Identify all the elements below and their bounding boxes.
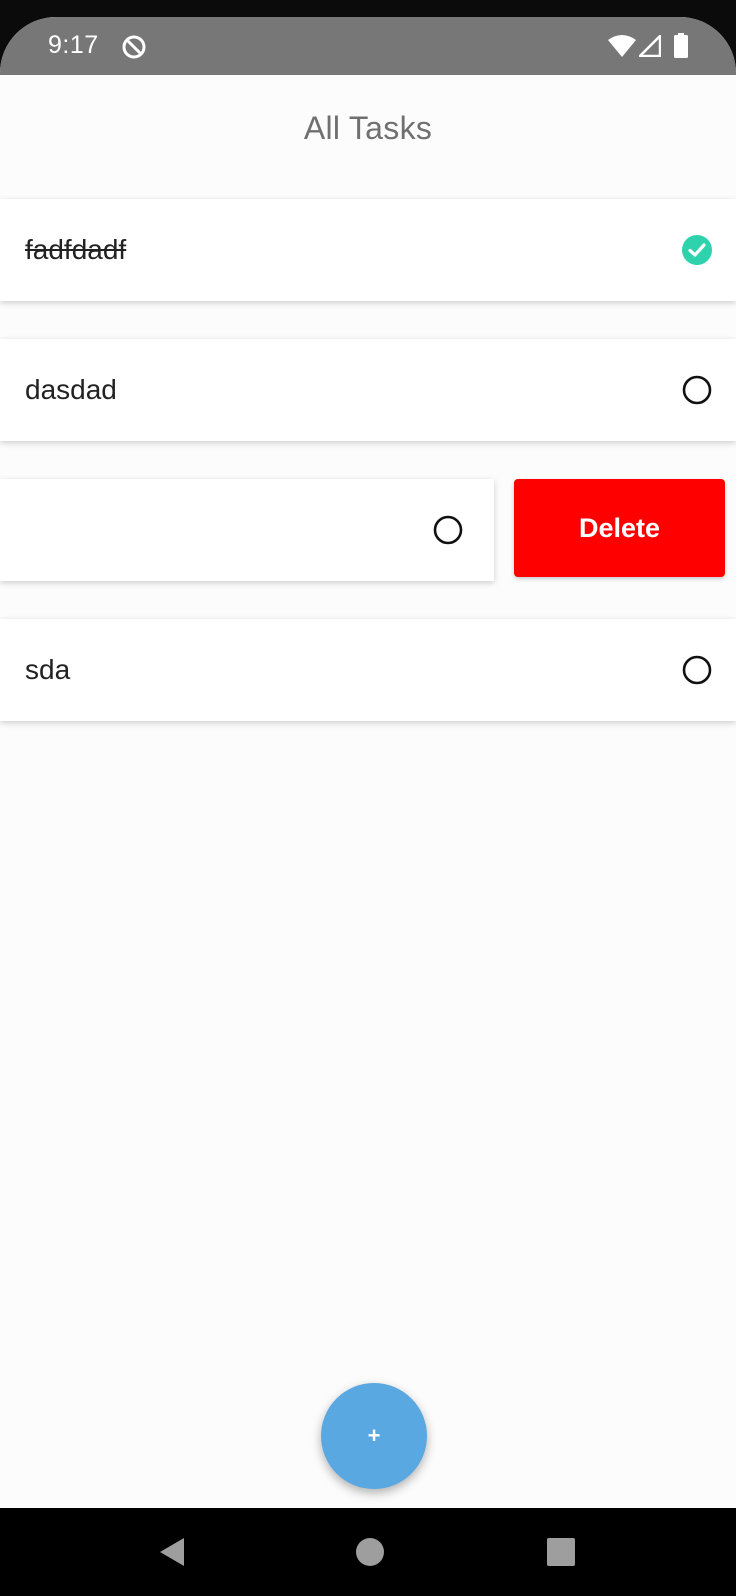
device-frame: 9:17 All Tasks fadfdadf dasdad Delete sd… [0, 0, 736, 1596]
wifi-icon [608, 35, 636, 57]
do-not-disturb-icon [122, 35, 146, 59]
navigation-bar [0, 1508, 736, 1596]
page-title: All Tasks [303, 109, 433, 146]
cellular-signal-icon [639, 35, 661, 57]
task-text: sda [25, 654, 71, 685]
delete-button[interactable]: Delete [514, 479, 725, 577]
home-icon[interactable] [355, 1537, 385, 1567]
task-card[interactable]: fadfdadf [0, 199, 736, 301]
app-screen: 9:17 All Tasks fadfdadf dasdad Delete sd… [0, 17, 736, 1596]
task-card[interactable]: sda [0, 619, 736, 721]
recents-icon[interactable] [547, 1538, 575, 1566]
task-card[interactable]: dasdad [0, 339, 736, 441]
app-bar: All Tasks [0, 75, 736, 185]
battery-icon [674, 33, 688, 58]
task-text: dasdad [25, 374, 117, 405]
unchecked-circle-icon[interactable] [681, 654, 713, 686]
status-bar: 9:17 [0, 17, 736, 75]
unchecked-circle-icon[interactable] [681, 374, 713, 406]
status-time: 9:17 [48, 31, 99, 59]
back-icon[interactable] [157, 1537, 187, 1567]
add-task-button[interactable]: + [321, 1383, 427, 1489]
checked-circle-icon[interactable] [681, 234, 713, 266]
task-text: fadfdadf [25, 234, 127, 265]
unchecked-circle-icon[interactable] [432, 514, 464, 546]
task-card-swiped[interactable] [0, 479, 494, 581]
